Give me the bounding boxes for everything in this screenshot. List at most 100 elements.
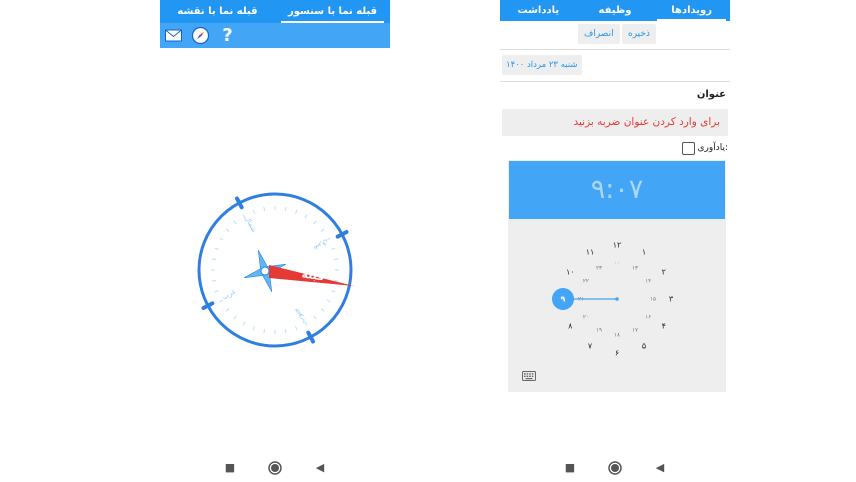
keyboard-icon[interactable] (522, 366, 536, 381)
compass-dial: شمالشرقجنوبغربقبله (197, 192, 354, 348)
compass-tick (225, 308, 230, 312)
clock-hour-outer: ۳ (669, 295, 674, 304)
clock-hour-outer: ۲ (662, 268, 666, 277)
title-label: عنوان (696, 89, 726, 100)
clock-hour-inner: ۲۲ (583, 279, 589, 285)
clock-face[interactable]: ۱۲۱۲۳۴۵۶۷۸۹۱۰۱۱۰۰۱۳۱۴۱۵۱۶۱۷۱۸۱۹۲۰۲۱۲۲۲۳۹ (552, 234, 682, 364)
clock-hour-inner: ۱۹ (596, 328, 602, 334)
tab-tasks[interactable]: وظیفه (577, 0, 654, 21)
back-icon[interactable]: ◀ (312, 460, 328, 476)
compass-tick (219, 237, 224, 241)
compass-tick (304, 214, 308, 219)
clock-hour-outer: ۷ (588, 341, 593, 350)
clock-hour-inner: ۱۴ (645, 279, 651, 285)
clock-center (615, 297, 619, 301)
compass-tick (313, 220, 317, 225)
compass-tick (242, 321, 246, 326)
compass-tick (326, 299, 331, 303)
clock-hour-inner: ۰۰ (614, 261, 620, 267)
compass-pivot (260, 266, 270, 276)
heading-label: جنوب (292, 307, 307, 325)
compass-tick (252, 209, 255, 214)
cardinal-marker (201, 301, 215, 311)
cardinal-marker (234, 196, 244, 210)
compass-icon[interactable] (191, 26, 210, 45)
help-icon[interactable]: ? (218, 26, 237, 45)
recent-apps-icon[interactable]: ■ (562, 460, 578, 476)
qibla-tabbar: قبله نما با سنسور قبله نما با نقشه (160, 0, 390, 23)
action-row: ذخیره انصراف (500, 21, 730, 50)
clock-hour-outer: ۵ (642, 341, 646, 350)
clock-hour-outer: ۱۲ (613, 241, 622, 250)
cardinal-marker (306, 330, 316, 344)
reminder-row: یادآوری: (682, 141, 728, 155)
cancel-button[interactable]: انصراف (578, 24, 620, 44)
time-display[interactable]: ۹:۰۷ (509, 161, 725, 219)
compass-tick (320, 228, 325, 232)
date-row: شنبه ۲۳ مرداد ۱۴۰۰ (500, 50, 730, 82)
compass-tick (320, 308, 325, 312)
clock-dial[interactable]: ۱۲۱۲۳۴۵۶۷۸۹۱۰۱۱۰۰۱۳۱۴۱۵۱۶۱۷۱۸۱۹۲۰۲۱۲۲۲۳۹ (552, 234, 682, 364)
compass-tick (334, 279, 339, 282)
cardinal-marker (335, 229, 349, 239)
clock-hour-outer: ۶ (615, 349, 619, 358)
tab-events[interactable]: رویدادها (653, 0, 730, 21)
clock-hour-inner: ۱۸ (614, 333, 620, 339)
mail-icon[interactable] (164, 26, 183, 45)
clock-hour-inner: ۱۶ (645, 315, 651, 321)
compass-tick (219, 299, 224, 303)
compass-tick (334, 258, 339, 261)
compass-tick (211, 258, 216, 261)
heading-label: شمال (243, 215, 258, 234)
date-button[interactable]: شنبه ۲۳ مرداد ۱۴۰۰ (502, 55, 582, 75)
compass-tick (214, 290, 219, 293)
compass-tick (295, 209, 298, 214)
qibla-toolbar: ? (160, 23, 390, 48)
clock-selected-hour: ۹ (561, 295, 566, 304)
compass-tick (313, 315, 317, 320)
clock-hour-inner: ۱۷ (632, 328, 638, 334)
compass-tick (211, 279, 216, 282)
home-icon[interactable] (267, 460, 283, 476)
time-picker-header: ۹:۰۷ (509, 161, 725, 219)
qibla-screen: قبله نما با سنسور قبله نما با نقشه ? شما… (160, 0, 390, 482)
reminder-checkbox[interactable] (682, 141, 696, 155)
compass-tick (284, 206, 287, 211)
clock-hour-outer: ۸ (568, 322, 573, 331)
title-input[interactable]: برای وارد کردن عنوان ضربه بزنید (502, 109, 728, 136)
qibla-compass: شمال شرق جنوب غرب قبله (190, 185, 360, 355)
compass-tick (225, 228, 230, 232)
heading-label: غرب (221, 287, 238, 301)
clock-hour-outer: ۱۰ (566, 268, 575, 277)
clock-hour-inner: ۱۳ (632, 265, 638, 271)
compass-tick (233, 220, 237, 225)
compass-tick (252, 326, 255, 331)
time-picker: ۹:۰۷ ۱۲۱۲۳۴۵۶۷۸۹۱۰۱۱۰۰۱۳۱۴۱۵۱۶۱۷۱۸۱۹۲۰۲۱… (508, 160, 726, 392)
home-icon[interactable] (607, 460, 623, 476)
clock-hour-inner: ۲۰ (583, 315, 589, 321)
tab-qibla-sensor[interactable]: قبله نما با سنسور (275, 0, 390, 23)
heading-label: شرق (312, 238, 329, 252)
compass-tick (233, 315, 237, 320)
compass-tick (331, 290, 336, 293)
navigation-bar: ■ ◀ (500, 454, 730, 482)
back-icon[interactable]: ◀ (652, 460, 668, 476)
navigation-bar: ■ ◀ (160, 454, 390, 482)
recent-apps-icon[interactable]: ■ (222, 460, 238, 476)
tab-qibla-map[interactable]: قبله نما با نقشه (160, 0, 275, 23)
save-button[interactable]: ذخیره (622, 24, 656, 44)
compass-tick (263, 329, 266, 334)
event-tabbar: رویدادها وظیفه یادداشت (500, 0, 730, 21)
clock-hour-outer: ۱۱ (586, 248, 595, 257)
clock-hour-inner: ۲۳ (596, 265, 602, 271)
tab-notes[interactable]: یادداشت (500, 0, 577, 21)
compass-tick (263, 206, 266, 211)
clock-hour-inner: ۱۵ (650, 297, 656, 303)
reminder-label: یادآوری: (697, 143, 728, 153)
compass-tick (214, 247, 219, 250)
clock-hour-outer: ۱ (642, 248, 646, 257)
event-editor-screen: رویدادها وظیفه یادداشت ذخیره انصراف شنبه… (500, 0, 730, 482)
compass-tick (295, 326, 298, 331)
compass-tick (331, 247, 336, 250)
clock-hour-outer: ۴ (662, 322, 666, 331)
